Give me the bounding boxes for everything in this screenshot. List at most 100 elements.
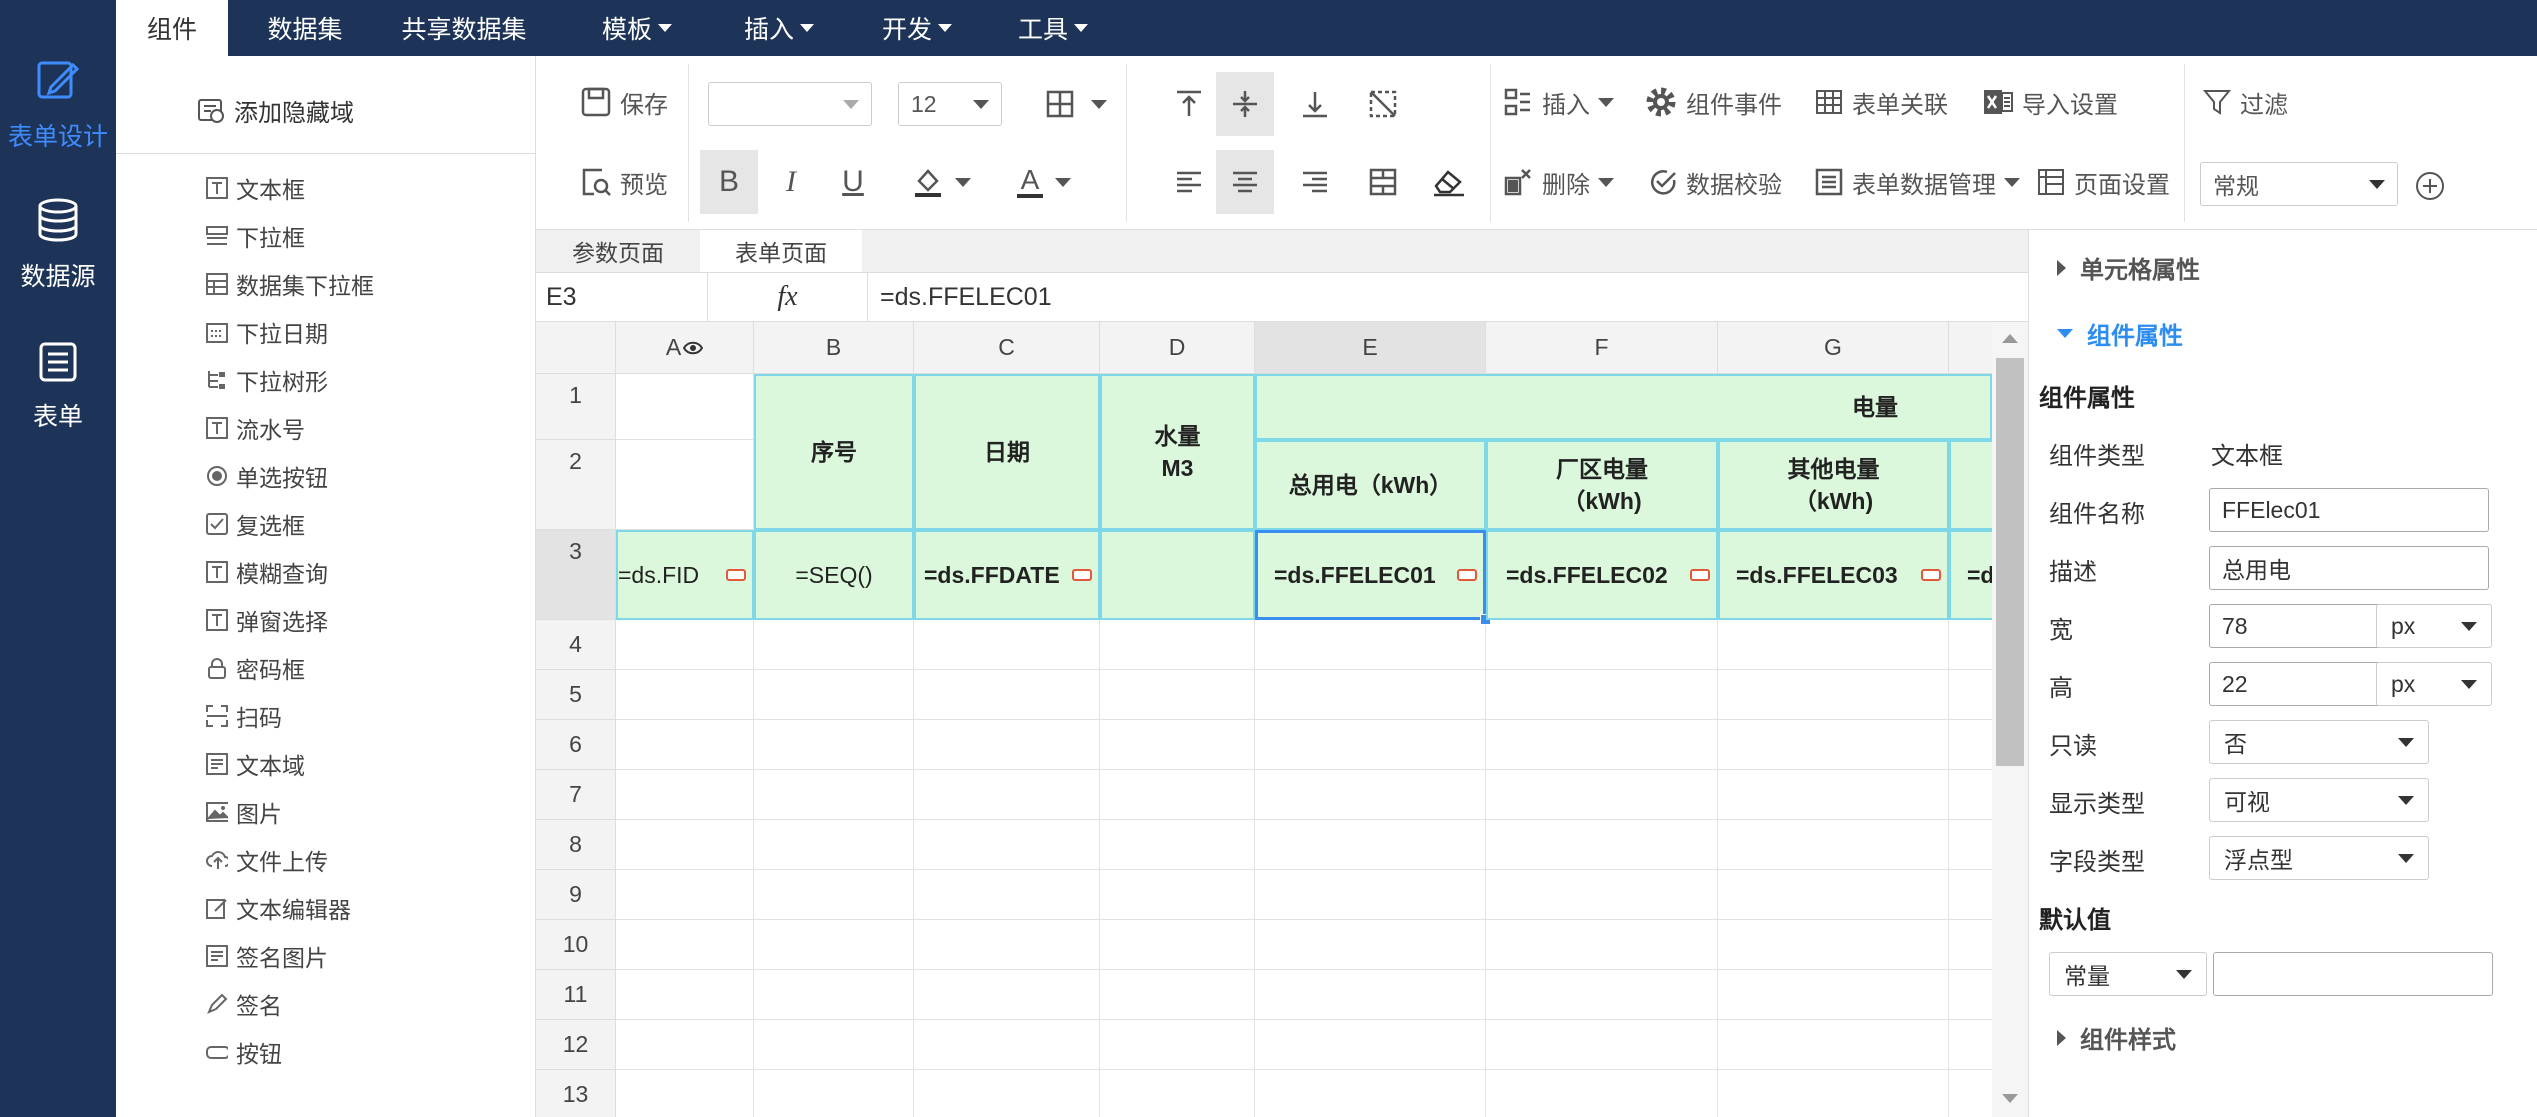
comp-checkbox[interactable]: 复选框	[206, 504, 305, 544]
wrap-text-button[interactable]	[1354, 150, 1412, 214]
cell-e2-header[interactable]: 总用电（kWh）	[1255, 440, 1486, 530]
comp-password[interactable]: 密码框	[206, 648, 305, 688]
page-settings-button[interactable]: 页面设置	[2036, 158, 2170, 206]
font-family-select[interactable]	[708, 82, 872, 126]
display-type-select[interactable]: 可视	[2209, 778, 2429, 822]
insert-button[interactable]: 插入	[1502, 78, 1614, 126]
column-header-d[interactable]: D	[1100, 322, 1255, 374]
cell-d3[interactable]	[1100, 530, 1255, 620]
row-header-8[interactable]: 8	[536, 820, 616, 870]
cell-f2-header[interactable]: 厂区电量 （kWh)	[1486, 440, 1718, 530]
comp-serial-number[interactable]: 流水号	[206, 408, 305, 448]
row-header-5[interactable]: 5	[536, 670, 616, 720]
column-header-c[interactable]: C	[914, 322, 1100, 374]
delete-button[interactable]: 删除	[1502, 158, 1614, 206]
default-type-select[interactable]: 常量	[2049, 952, 2207, 996]
data-validate-button[interactable]: 数据校验	[1648, 158, 1782, 206]
nav-datasource[interactable]: 数据源	[0, 180, 116, 310]
import-settings-button[interactable]: 导入设置	[1982, 78, 2118, 126]
row-header-9[interactable]: 9	[536, 870, 616, 920]
default-value-input[interactable]	[2213, 952, 2493, 996]
bold-button[interactable]: B	[700, 150, 758, 214]
cell-e3-selected[interactable]: =ds.FFELEC01	[1255, 530, 1486, 620]
menu-template[interactable]: 模板	[582, 0, 692, 56]
cell-h2-header[interactable]	[1949, 440, 1992, 530]
cell-props-section[interactable]: 单元格属性	[2057, 250, 2200, 285]
nav-form[interactable]: 表单	[0, 322, 116, 452]
column-header-f[interactable]: F	[1486, 322, 1718, 374]
preview-button[interactable]: 预览	[580, 158, 668, 206]
number-format-select[interactable]: 常规	[2200, 162, 2398, 206]
comp-dropdown[interactable]: 下拉框	[206, 216, 305, 256]
comp-text-editor[interactable]: 文本编辑器	[206, 888, 351, 928]
cell-d1-header[interactable]: 水量 M3	[1100, 374, 1255, 530]
align-top-button[interactable]	[1160, 72, 1218, 136]
row-header-2[interactable]: 2	[536, 440, 616, 530]
fill-color-button[interactable]	[898, 150, 984, 214]
cell-h3[interactable]: =d	[1949, 530, 1992, 620]
tab-param-page[interactable]: 参数页面	[536, 230, 700, 272]
comp-button[interactable]: 按钮	[206, 1032, 282, 1072]
menu-develop[interactable]: 开发	[862, 0, 972, 56]
column-header-a[interactable]: A	[616, 322, 754, 374]
comp-dataset-dropdown[interactable]: 数据集下拉框	[206, 264, 374, 304]
cell-a3[interactable]: =ds.FID	[616, 530, 754, 620]
cell-b3[interactable]: =SEQ()	[754, 530, 914, 620]
scroll-up-icon[interactable]	[2002, 334, 2018, 343]
menu-tools[interactable]: 工具	[998, 0, 1108, 56]
align-middle-button[interactable]	[1216, 72, 1274, 136]
comp-date-dropdown[interactable]: 下拉日期	[206, 312, 328, 352]
cell-e1-group-header[interactable]: 电量	[1255, 374, 1992, 440]
tab-datasets[interactable]: 数据集	[250, 0, 360, 56]
merge-cell-button[interactable]	[1354, 72, 1412, 136]
comp-file-upload[interactable]: 文件上传	[206, 840, 328, 880]
align-left-button[interactable]	[1160, 150, 1218, 214]
filter-button[interactable]: 过滤	[2202, 78, 2288, 126]
align-right-button[interactable]	[1286, 150, 1344, 214]
scrollbar-thumb[interactable]	[1996, 358, 2024, 766]
cell-c3[interactable]: =ds.FFDATE	[914, 530, 1100, 620]
cell-g2-header[interactable]: 其他电量 （kWh)	[1718, 440, 1949, 530]
description-input[interactable]: 总用电	[2209, 546, 2489, 590]
cell-f3[interactable]: =ds.FFELEC02	[1486, 530, 1718, 620]
row-header-7[interactable]: 7	[536, 770, 616, 820]
comp-radio[interactable]: 单选按钮	[206, 456, 328, 496]
column-header-b[interactable]: B	[754, 322, 914, 374]
cell-g3[interactable]: =ds.FFELEC03	[1718, 530, 1949, 620]
align-bottom-button[interactable]	[1286, 72, 1344, 136]
cell-a1[interactable]	[616, 374, 754, 440]
comp-scan[interactable]: 扫码	[206, 696, 282, 736]
form-relation-button[interactable]: 表单关联	[1814, 78, 1948, 126]
column-header-e[interactable]: E	[1255, 322, 1486, 374]
comp-popup-select[interactable]: 弹窗选择	[206, 600, 328, 640]
comp-textbox[interactable]: 文本框	[206, 168, 305, 208]
column-header-h[interactable]	[1949, 322, 1992, 374]
field-type-select[interactable]: 浮点型	[2209, 836, 2429, 880]
comp-fuzzy-search[interactable]: 模糊查询	[206, 552, 328, 592]
row-header-11[interactable]: 11	[536, 970, 616, 1020]
add-format-button[interactable]	[2406, 154, 2454, 218]
scroll-down-icon[interactable]	[2002, 1094, 2018, 1103]
italic-button[interactable]: I	[762, 150, 820, 214]
vertical-scrollbar[interactable]	[1992, 322, 2028, 1117]
row-header-4[interactable]: 4	[536, 620, 616, 670]
comp-tree-dropdown[interactable]: 下拉树形	[206, 360, 328, 400]
readonly-select[interactable]: 否	[2209, 720, 2429, 764]
comp-image[interactable]: 图片	[206, 792, 282, 832]
cell-b1-header[interactable]: 序号	[754, 374, 914, 530]
clear-format-button[interactable]	[1420, 150, 1478, 214]
border-button[interactable]	[1036, 72, 1116, 136]
align-center-button[interactable]	[1216, 150, 1274, 214]
column-header-g[interactable]: G	[1718, 322, 1949, 374]
add-hidden-area-button[interactable]: 添加隐藏域	[196, 86, 354, 134]
form-data-manage-button[interactable]: 表单数据管理	[1814, 158, 2020, 206]
component-name-input[interactable]: FFElec01	[2209, 488, 2489, 532]
cell-a2[interactable]	[616, 440, 754, 530]
tab-components[interactable]: 组件	[116, 0, 228, 56]
cell-reference-box[interactable]: E3	[536, 273, 708, 321]
font-color-button[interactable]: A	[1004, 150, 1084, 214]
comp-textarea[interactable]: 文本域	[206, 744, 305, 784]
height-unit-dropdown[interactable]: px	[2376, 662, 2492, 706]
font-size-select[interactable]: 12	[898, 82, 1002, 126]
menu-insert[interactable]: 插入	[724, 0, 834, 56]
